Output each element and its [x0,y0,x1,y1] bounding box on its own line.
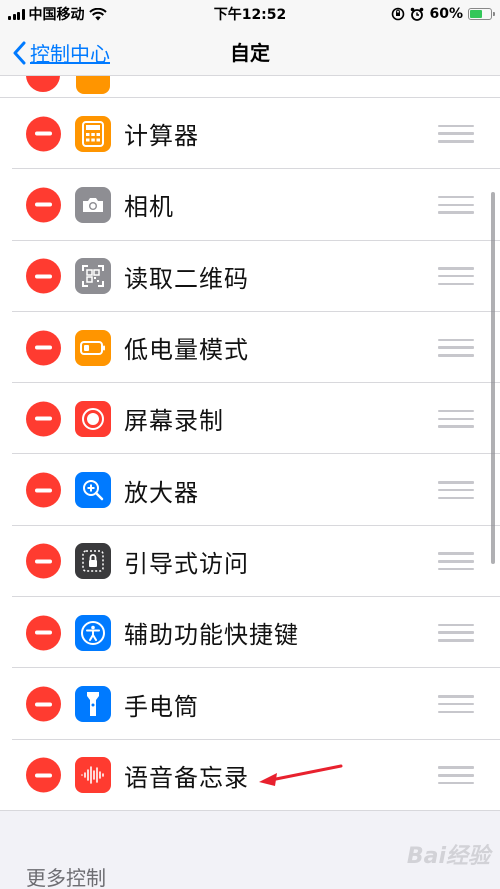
control-label: 相机 [124,193,174,222]
control-label: 引导式访问 [124,549,249,578]
partial-row-top [0,76,500,98]
control-row-screen-record: 屏幕录制 [0,383,500,455]
remove-button[interactable] [26,401,61,437]
control-row-calculator: 计算器 [0,98,500,170]
reorder-handle[interactable] [438,195,474,214]
control-label: 低电量模式 [124,336,249,365]
accessibility-icon [75,614,111,651]
remove-button[interactable] [26,187,61,223]
control-row-voice-memo: 语音备忘录 [0,740,500,812]
status-bar: 中国移动 下午12:52 60% [0,0,500,28]
control-label: 计算器 [124,122,199,151]
battery-icon [468,8,495,20]
remove-button[interactable] [26,686,61,722]
control-row-flashlight: 手电筒 [0,668,500,740]
battery-fill [470,10,482,18]
back-button[interactable]: 控制中心 [12,38,110,67]
voice-memo-icon [75,757,111,794]
control-label: 语音备忘录 [124,763,249,792]
calculator-icon [75,115,111,152]
remove-button[interactable] [26,615,61,651]
control-row-camera: 相机 [0,169,500,241]
control-row-magnifier: 放大器 [0,454,500,527]
qr-code-icon [75,258,111,295]
low-power-icon [75,329,111,366]
carrier-name: 中国移动 [28,7,85,23]
remove-button[interactable] [26,543,61,579]
reorder-handle[interactable] [438,409,474,428]
reorder-handle[interactable] [438,552,474,571]
status-left: 中国移动 [8,4,107,24]
reorder-handle[interactable] [438,124,474,143]
wifi-icon [88,7,107,20]
nav-bar: 控制中心 自定 [0,28,500,76]
camera-icon [75,186,111,223]
control-row-low-power: 低电量模式 [0,312,500,384]
back-button-label: 控制中心 [30,42,110,66]
reorder-handle[interactable] [438,267,474,286]
battery-percent: 60% [429,6,463,22]
control-label: 手电筒 [124,692,199,721]
included-controls-list: 计算器 相机 读取二维码 低电量模式 屏幕录制 放大器 引导式访问 辅助功能快捷… [0,98,500,812]
status-right: 60% [391,6,495,22]
orientation-lock-icon [392,7,405,21]
remove-button[interactable] [26,330,61,366]
flashlight-icon [75,686,111,723]
control-label: 屏幕录制 [124,407,224,436]
screen-record-icon [75,400,111,437]
reorder-handle[interactable] [438,623,474,642]
reorder-handle[interactable] [438,338,474,357]
reorder-handle[interactable] [438,481,474,500]
more-controls-header: 更多控制 [26,866,106,889]
chevron-left-icon [13,41,26,64]
control-row-qr-reader: 读取二维码 [0,241,500,313]
app-icon-partial [76,76,110,94]
guided-access-icon [75,543,111,580]
control-label: 辅助功能快捷键 [124,621,299,650]
alarm-icon [411,7,424,21]
watermark: Bai经验 [406,844,490,869]
control-row-guided-access: 引导式访问 [0,526,500,598]
control-row-accessibility-shortcut: 辅助功能快捷键 [0,597,500,669]
control-label: 放大器 [124,478,199,507]
reorder-handle[interactable] [438,695,474,714]
magnifier-icon [75,472,111,509]
remove-button[interactable] [26,116,61,152]
cell-signal-icon [8,8,25,20]
remove-button-partial[interactable] [26,76,60,92]
remove-button[interactable] [26,472,61,508]
scrollbar[interactable] [491,192,495,564]
remove-button[interactable] [26,258,61,294]
reorder-handle[interactable] [438,766,474,785]
control-label: 读取二维码 [124,264,249,293]
remove-button[interactable] [26,757,61,793]
page-title: 自定 [230,41,270,65]
